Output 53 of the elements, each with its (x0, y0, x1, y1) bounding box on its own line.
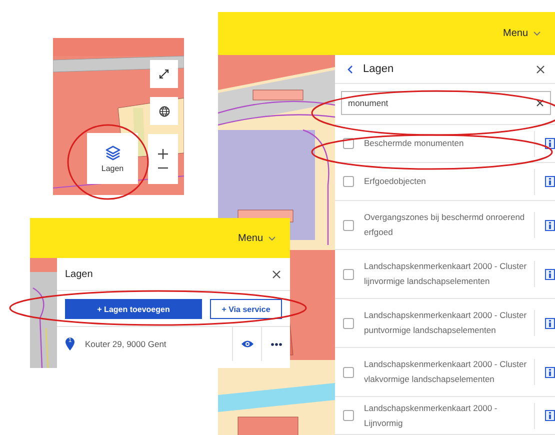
info-icon[interactable] (545, 318, 555, 328)
info-icon[interactable] (545, 366, 555, 378)
info-icon[interactable] (545, 268, 555, 280)
info-icon[interactable] (545, 410, 555, 421)
info-icon[interactable] (545, 176, 555, 187)
layer-result-row[interactable]: Landschapskenmerkenkaart 2000 - Cluster lijnvormige landschapselementen (335, 250, 555, 299)
checkbox[interactable] (343, 366, 354, 378)
checkbox[interactable] (343, 268, 354, 280)
map-pin-icon (65, 337, 75, 351)
layer-result-row[interactable]: Erfgoedobjecten (335, 163, 555, 201)
layer-result-row[interactable]: Overgangszones bij beschermd onroerend erfgoed (335, 201, 555, 250)
checkbox[interactable] (343, 138, 354, 149)
fullscreen-button[interactable] (150, 60, 178, 88)
panel-title: Lagen (65, 268, 94, 280)
chevron-down-icon (268, 236, 276, 240)
layer-name: Erfgoedobjecten (364, 175, 427, 188)
add-layers-button[interactable]: + Lagen toevoegen (65, 299, 202, 319)
layer-name: Landschapskenmerkenkaart 2000 - Cluster lijnvormige landschapselementen (364, 260, 528, 288)
menu-button[interactable]: Menu (236, 230, 278, 246)
back-button[interactable] (347, 64, 353, 74)
layers-icon (104, 144, 120, 160)
checkbox[interactable] (343, 176, 354, 187)
checkbox[interactable] (343, 410, 354, 421)
layer-name: Beschermde monumenten (364, 137, 465, 150)
globe-button[interactable] (150, 97, 178, 125)
panel-title: Lagen (363, 63, 395, 75)
layer-name: Landschapskenmerkenkaart 2000 - Cluster puntvormige landschapselementen (364, 309, 528, 337)
layer-result-row[interactable]: Landschapskenmerkenkaart 2000 - Lijnvormig (335, 397, 555, 435)
search-field[interactable]: monument (341, 91, 551, 115)
layer-name: Overgangszones bij beschermd onroerend erfgoed (364, 211, 526, 239)
close-icon[interactable] (536, 64, 545, 74)
globe-icon (158, 106, 170, 116)
expand-icon (159, 69, 169, 79)
layer-name: Landschapskenmerkenkaart 2000 - Cluster vlakvormige landschapselementen (364, 358, 528, 386)
close-icon[interactable] (272, 270, 281, 278)
layer-name: Kouter 29, 9000 Gent (85, 339, 168, 349)
zoom-in-icon[interactable] (158, 149, 168, 159)
info-icon[interactable] (545, 220, 555, 230)
checkbox[interactable] (343, 318, 354, 328)
more-icon[interactable] (270, 342, 282, 346)
via-service-button[interactable]: + Via service (210, 299, 282, 319)
layer-name: Landschapskenmerkenkaart 2000 - Lijnvormig (364, 402, 498, 430)
chevron-down-icon (533, 31, 541, 36)
menu-button[interactable]: Menu (500, 26, 543, 41)
checkbox[interactable] (343, 220, 354, 230)
chevron-left-icon (347, 64, 353, 74)
eye-icon[interactable] (240, 340, 254, 348)
layer-result-row[interactable]: Landschapskenmerkenkaart 2000 - Cluster vlakvormige landschapselementen (335, 348, 555, 397)
info-icon[interactable] (545, 138, 555, 149)
layers-button[interactable]: Lagen (87, 133, 138, 184)
clear-icon[interactable] (536, 99, 544, 107)
layer-result-row[interactable]: Landschapskenmerkenkaart 2000 - Cluster puntvormige landschapselementen (335, 299, 555, 348)
layer-result-row[interactable]: Beschermde monumenten (335, 125, 555, 163)
